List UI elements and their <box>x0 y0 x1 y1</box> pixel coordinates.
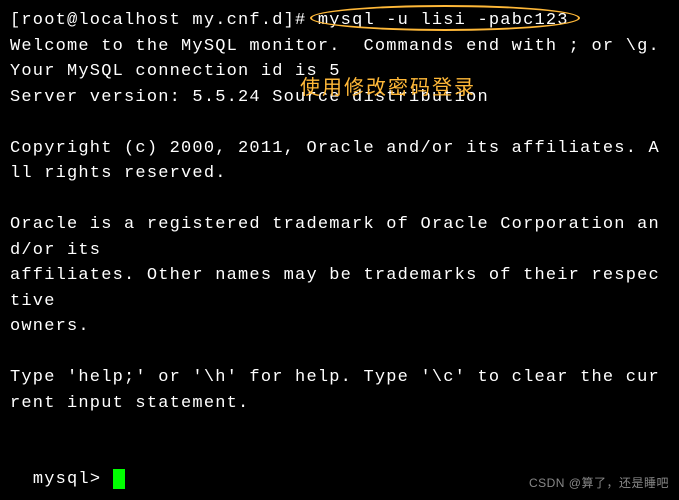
blank-line <box>10 187 669 213</box>
output-trademark-2: affiliates. Other names may be trademark… <box>10 263 669 314</box>
mysql-prompt: mysql> <box>33 470 113 489</box>
output-copyright: Copyright (c) 2000, 2011, Oracle and/or … <box>10 136 669 187</box>
output-trademark-3: owners. <box>10 314 669 340</box>
watermark-text: CSDN @算了，还是睡吧 <box>529 474 669 492</box>
output-trademark-1: Oracle is a registered trademark of Orac… <box>10 212 669 263</box>
blank-line <box>10 340 669 366</box>
blank-line <box>10 110 669 136</box>
entered-command: mysql -u lisi -pabc123 <box>318 11 569 30</box>
output-welcome: Welcome to the MySQL monitor. Commands e… <box>10 34 669 60</box>
output-help: Type 'help;' or '\h' for help. Type '\c'… <box>10 365 669 416</box>
blank-line <box>10 416 669 442</box>
shell-prompt: [root@localhost my.cnf.d]# <box>10 11 318 30</box>
command-prompt-line: [root@localhost my.cnf.d]# mysql -u lisi… <box>10 8 669 34</box>
cursor-block <box>113 469 125 489</box>
annotation-text: 使用修改密码登录 <box>300 73 476 103</box>
